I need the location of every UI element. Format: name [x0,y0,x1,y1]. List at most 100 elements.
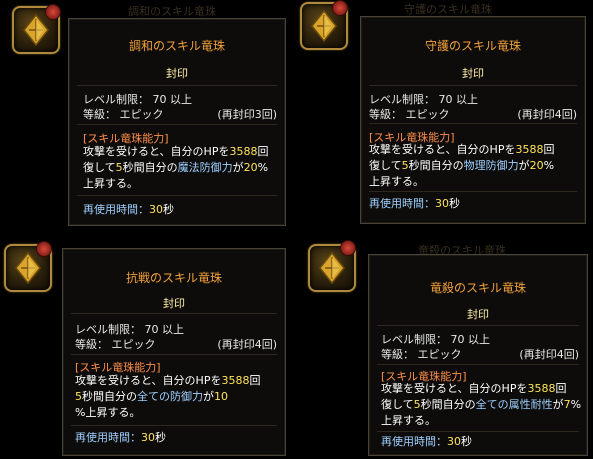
tooltip-card: 竜殺のスキル竜珠 封印 レベル制限： 70 以上 等級： エピック (再封印4回… [368,254,588,456]
divider [77,124,277,125]
tooltip-card: 守護のスキル竜珠 封印 レベル制限： 70 以上 等級： エピック (再封印4回… [360,16,586,224]
level-label: レベル制限： [381,333,447,346]
desc-text: 回 [543,143,555,156]
desc-text: % [570,398,582,411]
desc-text: 復して [83,161,116,174]
stat-name: 魔法防御力 [177,161,233,174]
desc-text: %上昇する。 [75,406,141,419]
divider [377,325,579,326]
grade-value: エピック [417,348,462,361]
grade-label: 等級： [83,108,116,121]
background-title: 調和のスキル竜珠 [128,5,216,18]
level-value: 70 以上 [144,323,185,336]
desc-text: 攻撃を受けると、自分のHPを [369,143,516,156]
desc-text: 回 [249,374,261,387]
tooltip-card: 抗戦のスキル竜珠 封印 レベル制限： 70 以上 等級： エピック (再封印4回… [62,248,286,456]
desc-text: 回 [555,382,567,395]
seal-badge-icon [45,4,61,20]
percent-value: 7 [563,398,571,411]
item-title: 調和のスキル竜珠 [128,39,225,53]
desc-text: 攻撃を受けると、自分のHPを [75,374,222,387]
duration: 5 [115,161,123,174]
desc-text: 上昇する。 [369,175,424,188]
cooldown-row: 再使用時間：30秒 [75,429,166,445]
percent-value: 20 [243,161,258,174]
dragon-jewel-icon [319,252,345,284]
tooltip-panel-2: 守護のスキル竜珠 守護のスキル竜珠 封印 レベル制限： 70 以上 等級： エピ… [296,0,593,228]
hp-amount: 3588 [221,374,250,387]
divider [377,431,579,432]
cooldown-row: 再使用時間：30秒 [381,433,472,449]
desc-text: % [543,159,555,172]
desc-text: が [203,390,214,403]
level-value: 70 以上 [152,93,193,106]
desc-text: 復して [369,159,402,172]
level-row: レベル制限： 70 以上 [369,91,478,107]
cooldown-label: 再使用時間： [381,435,447,448]
hp-amount: 3588 [527,382,556,395]
reseal-count: (再封印4回) [519,348,579,361]
seal-status: 封印 [163,297,185,310]
cooldown-label: 再使用時間： [83,203,149,216]
desc-text: 復して [381,398,414,411]
cooldown-unit: 秒 [461,435,472,448]
item-title: 抗戦のスキル竜珠 [125,271,222,285]
cooldown-row: 再使用時間：30秒 [83,201,174,217]
grade-label: 等級： [369,108,402,121]
seal-badge-icon [36,241,52,257]
dragon-jewel-icon [23,14,49,46]
dragon-jewel-icon [15,252,41,284]
divider [369,85,577,86]
duration: 5 [413,398,421,411]
desc-text: 攻撃を受けると、自分のHPを [381,382,528,395]
seal-badge-icon [340,240,356,256]
divider [369,191,577,192]
divider [369,123,577,124]
grade-value: エピック [119,108,164,121]
divider [377,364,579,365]
cooldown-unit: 秒 [155,431,166,444]
desc-text: 上昇する。 [83,177,138,190]
seal-status: 封印 [467,308,489,321]
desc-text: が [518,159,530,172]
cooldown-row: 再使用時間：30秒 [369,195,460,211]
cooldown-value: 30 [141,431,155,444]
divider [71,313,277,314]
reseal-count: (再封印4回) [517,108,577,121]
percent-value: 10 [214,390,228,403]
seal-badge-icon [332,0,348,16]
background-title: 守護のスキル竜珠 [404,3,492,16]
cooldown-value: 30 [447,435,461,448]
desc-text: 上昇する。 [381,414,436,427]
desc-text: 秒間自分の [408,159,464,172]
desc-text: 秒間自分の [420,398,476,411]
hp-amount: 3588 [515,143,544,156]
tooltip-panel-4: 竜殺のスキル竜珠 竜殺のスキル竜珠 封印 レベル制限： 70 以上 等級： エピ… [300,232,593,459]
level-row: レベル制限： 70 以上 [83,91,192,107]
level-label: レベル制限： [369,93,435,106]
divider [77,85,277,86]
desc-text: 攻撃を受けると、自分のHPを [83,145,230,158]
duration: 5 [401,159,409,172]
level-label: レベル制限： [75,323,141,336]
cooldown-unit: 秒 [163,203,174,216]
dragon-jewel-icon [311,10,337,42]
divider [71,354,277,355]
divider [71,425,277,426]
desc-text: % [257,161,269,174]
stat-name: 全ての防御力 [137,390,203,403]
level-row: レベル制限： 70 以上 [75,321,184,337]
ability-description: 攻撃を受けると、自分のHPを3588回 復して5秒間自分の物理防御力が20% 上… [369,142,554,190]
grade-row: 等級： エピック [381,346,462,362]
stat-name: 物理防御力 [463,159,519,172]
grade-value: エピック [405,108,450,121]
ability-description: 攻撃を受けると、自分のHPを3588回 5秒間自分の全ての防御力が10 %上昇す… [75,373,260,421]
grade-row: 等級： エピック [75,336,156,352]
grade-row: 等級： エピック [83,106,164,122]
seal-status: 封印 [166,67,188,80]
grade-value: エピック [111,338,156,351]
percent-value: 20 [529,159,544,172]
seal-status: 封印 [462,67,484,80]
level-label: レベル制限： [83,93,149,106]
ability-description: 攻撃を受けると、自分のHPを3588回 復して5秒間自分の全ての属性耐性が7% … [381,381,581,429]
